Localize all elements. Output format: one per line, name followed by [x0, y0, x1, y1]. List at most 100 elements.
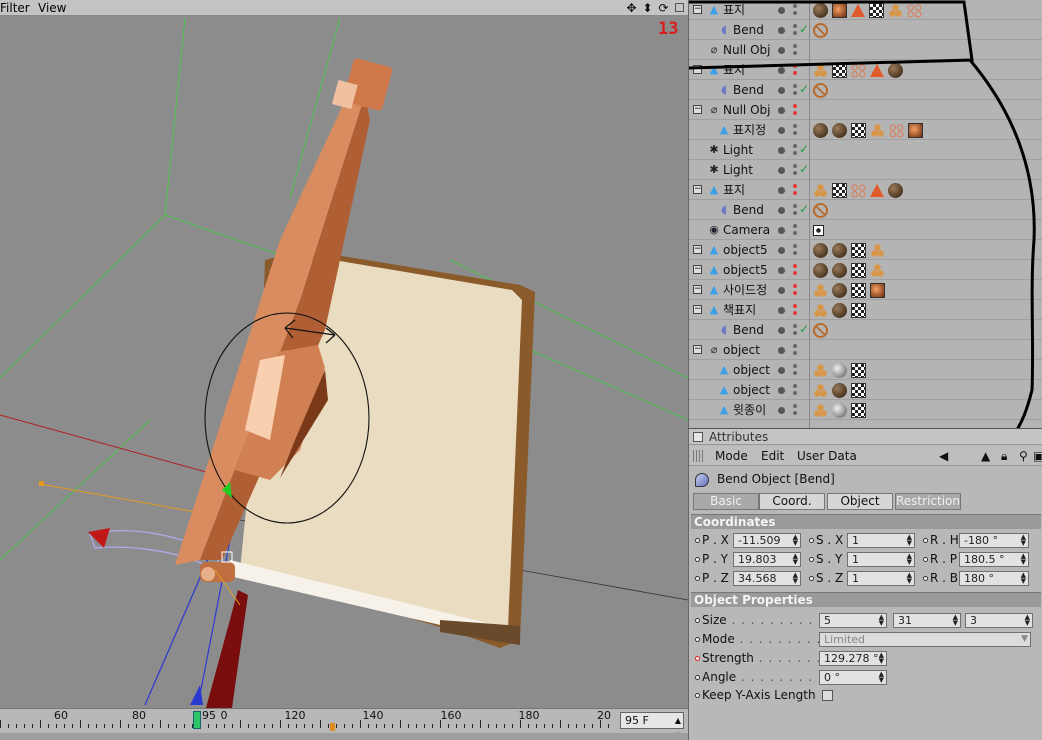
layer-dot[interactable]: [778, 207, 785, 214]
visibility-dot[interactable]: [793, 391, 797, 395]
coord-p-field[interactable]: 19.803 ▲ ▼: [733, 552, 801, 567]
visibility-dot[interactable]: [793, 11, 797, 15]
visibility-dot[interactable]: [793, 84, 797, 88]
tri-tag-icon[interactable]: [870, 183, 884, 197]
mode-dropdown[interactable]: Limited ▼: [819, 632, 1031, 647]
check-tag-icon[interactable]: [851, 242, 866, 258]
maximize-icon[interactable]: ☐: [673, 0, 686, 16]
visibility-dot[interactable]: [793, 151, 797, 155]
panel-checkbox[interactable]: [693, 432, 703, 442]
bend-tag-icon[interactable]: [813, 322, 828, 338]
grip-icon[interactable]: [693, 450, 705, 462]
visibility-dot[interactable]: [793, 164, 797, 168]
object-row[interactable]: − ▲ 표지: [689, 0, 1042, 20]
balls-tag-icon[interactable]: [870, 262, 885, 278]
size-animate-bullet[interactable]: [695, 618, 700, 623]
current-frame-field[interactable]: 95 F ▲▼: [620, 712, 684, 740]
tab-object[interactable]: Object: [827, 493, 893, 510]
mode-animate-bullet[interactable]: [695, 637, 700, 642]
timeline-ruler[interactable]: 60 80 95 0 120 140 160 180 20: [0, 709, 614, 731]
layer-dot[interactable]: [778, 367, 785, 374]
bend-tag-icon[interactable]: [813, 22, 828, 38]
layer-dot[interactable]: [778, 107, 785, 114]
bend-tag-icon[interactable]: [813, 82, 828, 98]
sphere-tag-icon[interactable]: [832, 382, 847, 398]
playhead-marker[interactable]: [193, 711, 201, 729]
object-row[interactable]: − ▲ 책표지: [689, 300, 1042, 320]
menu-filter[interactable]: Filter: [0, 0, 30, 16]
visibility-dot[interactable]: [793, 331, 797, 335]
visibility-dot[interactable]: [793, 204, 797, 208]
layer-dot[interactable]: [778, 187, 785, 194]
strength-animate-bullet[interactable]: [695, 656, 700, 661]
visibility-dot[interactable]: [793, 244, 797, 248]
object-row[interactable]: ✱ Light ✓: [689, 140, 1042, 160]
coord-animate-bullet[interactable]: [809, 576, 814, 581]
layer-dot[interactable]: [778, 347, 785, 354]
object-row[interactable]: ◉ Camera: [689, 220, 1042, 240]
object-row[interactable]: ▲ 윗종이: [689, 400, 1042, 420]
timeline-scrollbar[interactable]: [0, 733, 688, 740]
coord-r-field[interactable]: -180 ° ▲ ▼: [959, 533, 1029, 548]
coord-p-field[interactable]: 34.568 ▲ ▼: [733, 571, 801, 586]
menu-user-data[interactable]: User Data: [797, 446, 857, 466]
enabled-check-icon[interactable]: ✓: [799, 322, 809, 336]
check-tag-icon[interactable]: [851, 362, 866, 378]
check-tag-icon[interactable]: [851, 282, 866, 298]
visibility-dot[interactable]: [793, 24, 797, 28]
rings-tag-icon[interactable]: [851, 182, 866, 198]
object-row[interactable]: − ▲ 사이드정: [689, 280, 1042, 300]
visibility-dot[interactable]: [793, 271, 797, 275]
rotate-icon[interactable]: ⟳: [657, 0, 670, 16]
visibility-dot[interactable]: [793, 264, 797, 268]
visibility-dot[interactable]: [793, 251, 797, 255]
object-row[interactable]: − ▲ object5: [689, 260, 1042, 280]
coord-r-field[interactable]: 180 ° ▲ ▼: [959, 571, 1029, 586]
sphere-tag-icon[interactable]: [813, 242, 828, 258]
camtag-tag-icon[interactable]: [813, 224, 824, 236]
sphere-tag-icon[interactable]: [832, 302, 847, 318]
pan-icon[interactable]: ⬍: [641, 0, 654, 16]
new-panel-icon[interactable]: ▣: [1033, 448, 1042, 464]
coord-animate-bullet[interactable]: [809, 538, 814, 543]
expand-toggle[interactable]: −: [693, 5, 702, 14]
object-row[interactable]: ⌀ Null Obj: [689, 40, 1042, 60]
object-row[interactable]: − ⌀ Null Obj: [689, 100, 1042, 120]
layer-dot[interactable]: [778, 387, 785, 394]
object-row[interactable]: − ▲ 표지: [689, 180, 1042, 200]
visibility-dot[interactable]: [793, 111, 797, 115]
layer-dot[interactable]: [778, 407, 785, 414]
visibility-dot[interactable]: [793, 324, 797, 328]
coord-s-field[interactable]: 1 ▲ ▼: [847, 571, 915, 586]
visibility-dot[interactable]: [793, 4, 797, 8]
balls-tag-icon[interactable]: [813, 362, 828, 378]
visibility-dot[interactable]: [793, 291, 797, 295]
layer-dot[interactable]: [778, 7, 785, 14]
object-row[interactable]: ◖ Bend ✓: [689, 80, 1042, 100]
strength-field[interactable]: 129.278 ° ▲ ▼: [819, 651, 887, 666]
balls-tag-icon[interactable]: [813, 402, 828, 418]
link-icon[interactable]: ⚲: [1019, 448, 1028, 464]
angle-animate-bullet[interactable]: [695, 675, 700, 680]
tri-tag-icon[interactable]: [851, 3, 865, 17]
coord-animate-bullet[interactable]: [923, 576, 928, 581]
timeline[interactable]: 608095012014016018020 95 F ▲▼: [0, 708, 688, 740]
coord-animate-bullet[interactable]: [695, 557, 700, 562]
object-row[interactable]: ▲ 표지정: [689, 120, 1042, 140]
keep-y-axis-animate-bullet[interactable]: [695, 693, 700, 698]
size-x-field[interactable]: 5 ▲ ▼: [819, 613, 887, 628]
tex-tag-icon[interactable]: [908, 122, 923, 138]
check-tag-icon[interactable]: [851, 262, 866, 278]
check-tag-icon[interactable]: [851, 302, 866, 318]
visibility-dot[interactable]: [793, 404, 797, 408]
visibility-dot[interactable]: [793, 284, 797, 288]
size-z-field[interactable]: 3 ▲ ▼: [965, 613, 1033, 628]
visibility-dot[interactable]: [793, 131, 797, 135]
tab-basic[interactable]: Basic: [693, 493, 759, 510]
layer-dot[interactable]: [778, 307, 785, 314]
layer-dot[interactable]: [778, 287, 785, 294]
enabled-check-icon[interactable]: ✓: [799, 202, 809, 216]
coordinates-header[interactable]: Coordinates: [691, 514, 1041, 529]
layer-dot[interactable]: [778, 87, 785, 94]
check-tag-icon[interactable]: [851, 122, 866, 138]
